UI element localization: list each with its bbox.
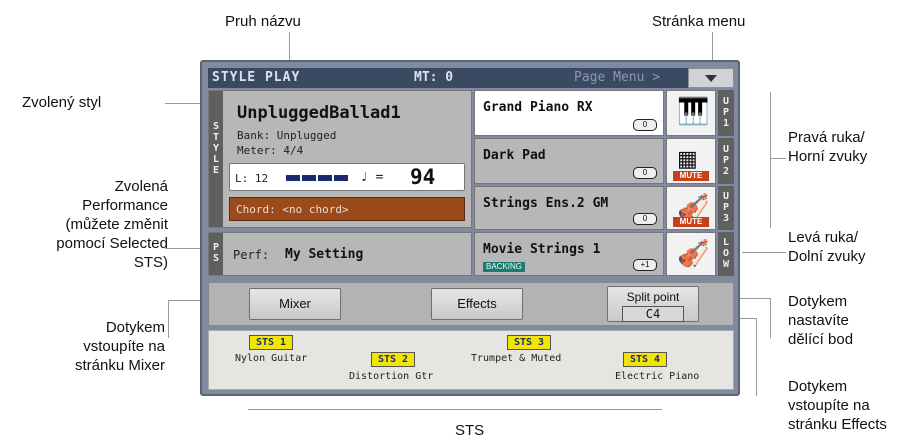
button-row: Mixer Effects Split point C4 (208, 282, 734, 326)
tempo-box[interactable]: L: 12 ♩ = 94 (229, 163, 465, 191)
style-bank: Bank: Unplugged (237, 129, 337, 142)
callout-selected-performance: Zvolená Performance (můžete změnit pomoc… (56, 178, 168, 271)
sound-icon-upper-2[interactable]: ▦ MUTE (666, 138, 716, 184)
callout-left-hand: Levá ruka/ Dolní zvuky (788, 229, 866, 265)
mute-badge: MUTE (673, 217, 709, 227)
sts-3-name: Trumpet & Muted (471, 353, 562, 364)
split-point-value: C4 (622, 306, 684, 322)
master-transpose: MT: 0 (414, 70, 454, 85)
sound-name: Grand Piano RX (483, 100, 593, 115)
tab-up3: UP3 (718, 186, 734, 230)
octave-indicator: 0 (633, 119, 657, 131)
callout-mixer-touch: Dotykem vstoupíte na stránku Mixer (74, 319, 165, 374)
sound-upper-1[interactable]: Grand Piano RX 0 (474, 90, 664, 136)
backing-badge: BACKING (483, 262, 526, 272)
perf-label: Perf: (233, 248, 270, 262)
leader-page-menu (712, 32, 713, 62)
leader-effects-v (756, 318, 757, 396)
sts-area: STS 1 Nylon Guitar STS 2 Distortion Gtr … (208, 330, 734, 390)
page-menu-label: Page Menu > (574, 70, 661, 85)
sts-1-name: Nylon Guitar (235, 353, 308, 364)
sound-name: Dark Pad (483, 148, 546, 163)
octave-indicator: 0 (633, 167, 657, 179)
sound-name: Movie Strings 1 (483, 242, 601, 257)
tab-low: LOW (718, 232, 734, 276)
sound-upper-2[interactable]: Dark Pad 0 (474, 138, 664, 184)
bar-indicator (286, 175, 350, 181)
sound-icon-lower[interactable]: 🎻 (666, 232, 716, 276)
chord-display: Chord: <no chord> (229, 197, 465, 221)
tab-up1: UP1 (718, 90, 734, 136)
sound-lower[interactable]: Movie Strings 1 BACKING +1 (474, 232, 664, 276)
leader-right-hand-v (770, 92, 771, 228)
performance-panel[interactable]: PS Perf: My Setting (208, 232, 472, 276)
sts-1-button[interactable]: STS 1 (249, 335, 293, 350)
style-meter: Meter: 4/4 (237, 144, 304, 157)
sts-2-button[interactable]: STS 2 (371, 352, 415, 367)
callout-sts: STS (455, 422, 485, 439)
sts-4-name: Electric Piano (615, 371, 700, 382)
tempo-value: 94 (410, 165, 436, 189)
leader-sts (248, 409, 662, 410)
callout-effects-touch: Dotykem vstoupíte na stránku Effects (788, 378, 887, 433)
octave-indicator: +1 (633, 259, 657, 271)
sound-upper-3[interactable]: Strings Ens.2 GM 0 (474, 186, 664, 230)
sts-2-name: Distortion Gtr (349, 371, 434, 382)
page-title: STYLE PLAY (212, 70, 301, 85)
callout-selected-style: Zvolený styl (22, 94, 102, 111)
sound-icon-upper-1[interactable]: 🎹 (666, 90, 716, 136)
violin-icon: 🎻 (677, 238, 710, 268)
piano-icon: 🎹 (677, 96, 710, 126)
tab-up2: UP2 (718, 138, 734, 184)
sound-name: Strings Ens.2 GM (483, 196, 609, 211)
leader-mixer-a (168, 300, 169, 338)
split-point-title: Split point (626, 290, 680, 304)
octave-indicator: 0 (633, 213, 657, 225)
leader-right-hand-h (770, 158, 786, 159)
style-length: L: 12 (235, 172, 269, 185)
sound-icon-upper-3[interactable]: 🎻 MUTE (666, 186, 716, 230)
chevron-down-icon (705, 74, 717, 82)
callout-right-hand: Pravá ruka/ Horní zvuky (788, 129, 868, 165)
sts-3-button[interactable]: STS 3 (507, 335, 551, 350)
callout-title-bar: Pruh názvu (225, 13, 301, 30)
style-vertical-tab: STYLE (209, 91, 223, 227)
style-panel[interactable]: STYLE UnpluggedBallad1 Bank: Unplugged M… (208, 90, 472, 228)
tempo-symbol: ♩ = (360, 170, 384, 185)
title-bar: STYLE PLAY MT: 0 Page Menu > (208, 68, 734, 88)
leader-left-hand (742, 252, 786, 253)
effects-button[interactable]: Effects (431, 288, 523, 320)
page-menu-button[interactable] (688, 68, 734, 88)
callout-split-touch: Dotykem nastavíte dělící bod (788, 293, 854, 348)
performance-vertical-tab: PS (209, 233, 223, 275)
mixer-button[interactable]: Mixer (249, 288, 341, 320)
callout-page-menu: Stránka menu (652, 13, 746, 30)
arranger-screen: STYLE PLAY MT: 0 Page Menu > STYLE Unplu… (200, 60, 740, 396)
sts-4-button[interactable]: STS 4 (623, 352, 667, 367)
synth-pad-icon: ▦ (677, 146, 698, 171)
split-point-button[interactable]: Split point C4 (607, 286, 699, 322)
leader-split-v (770, 298, 771, 338)
style-name: UnpluggedBallad1 (237, 103, 401, 123)
mute-badge: MUTE (673, 171, 709, 181)
perf-name: My Setting (285, 247, 364, 262)
